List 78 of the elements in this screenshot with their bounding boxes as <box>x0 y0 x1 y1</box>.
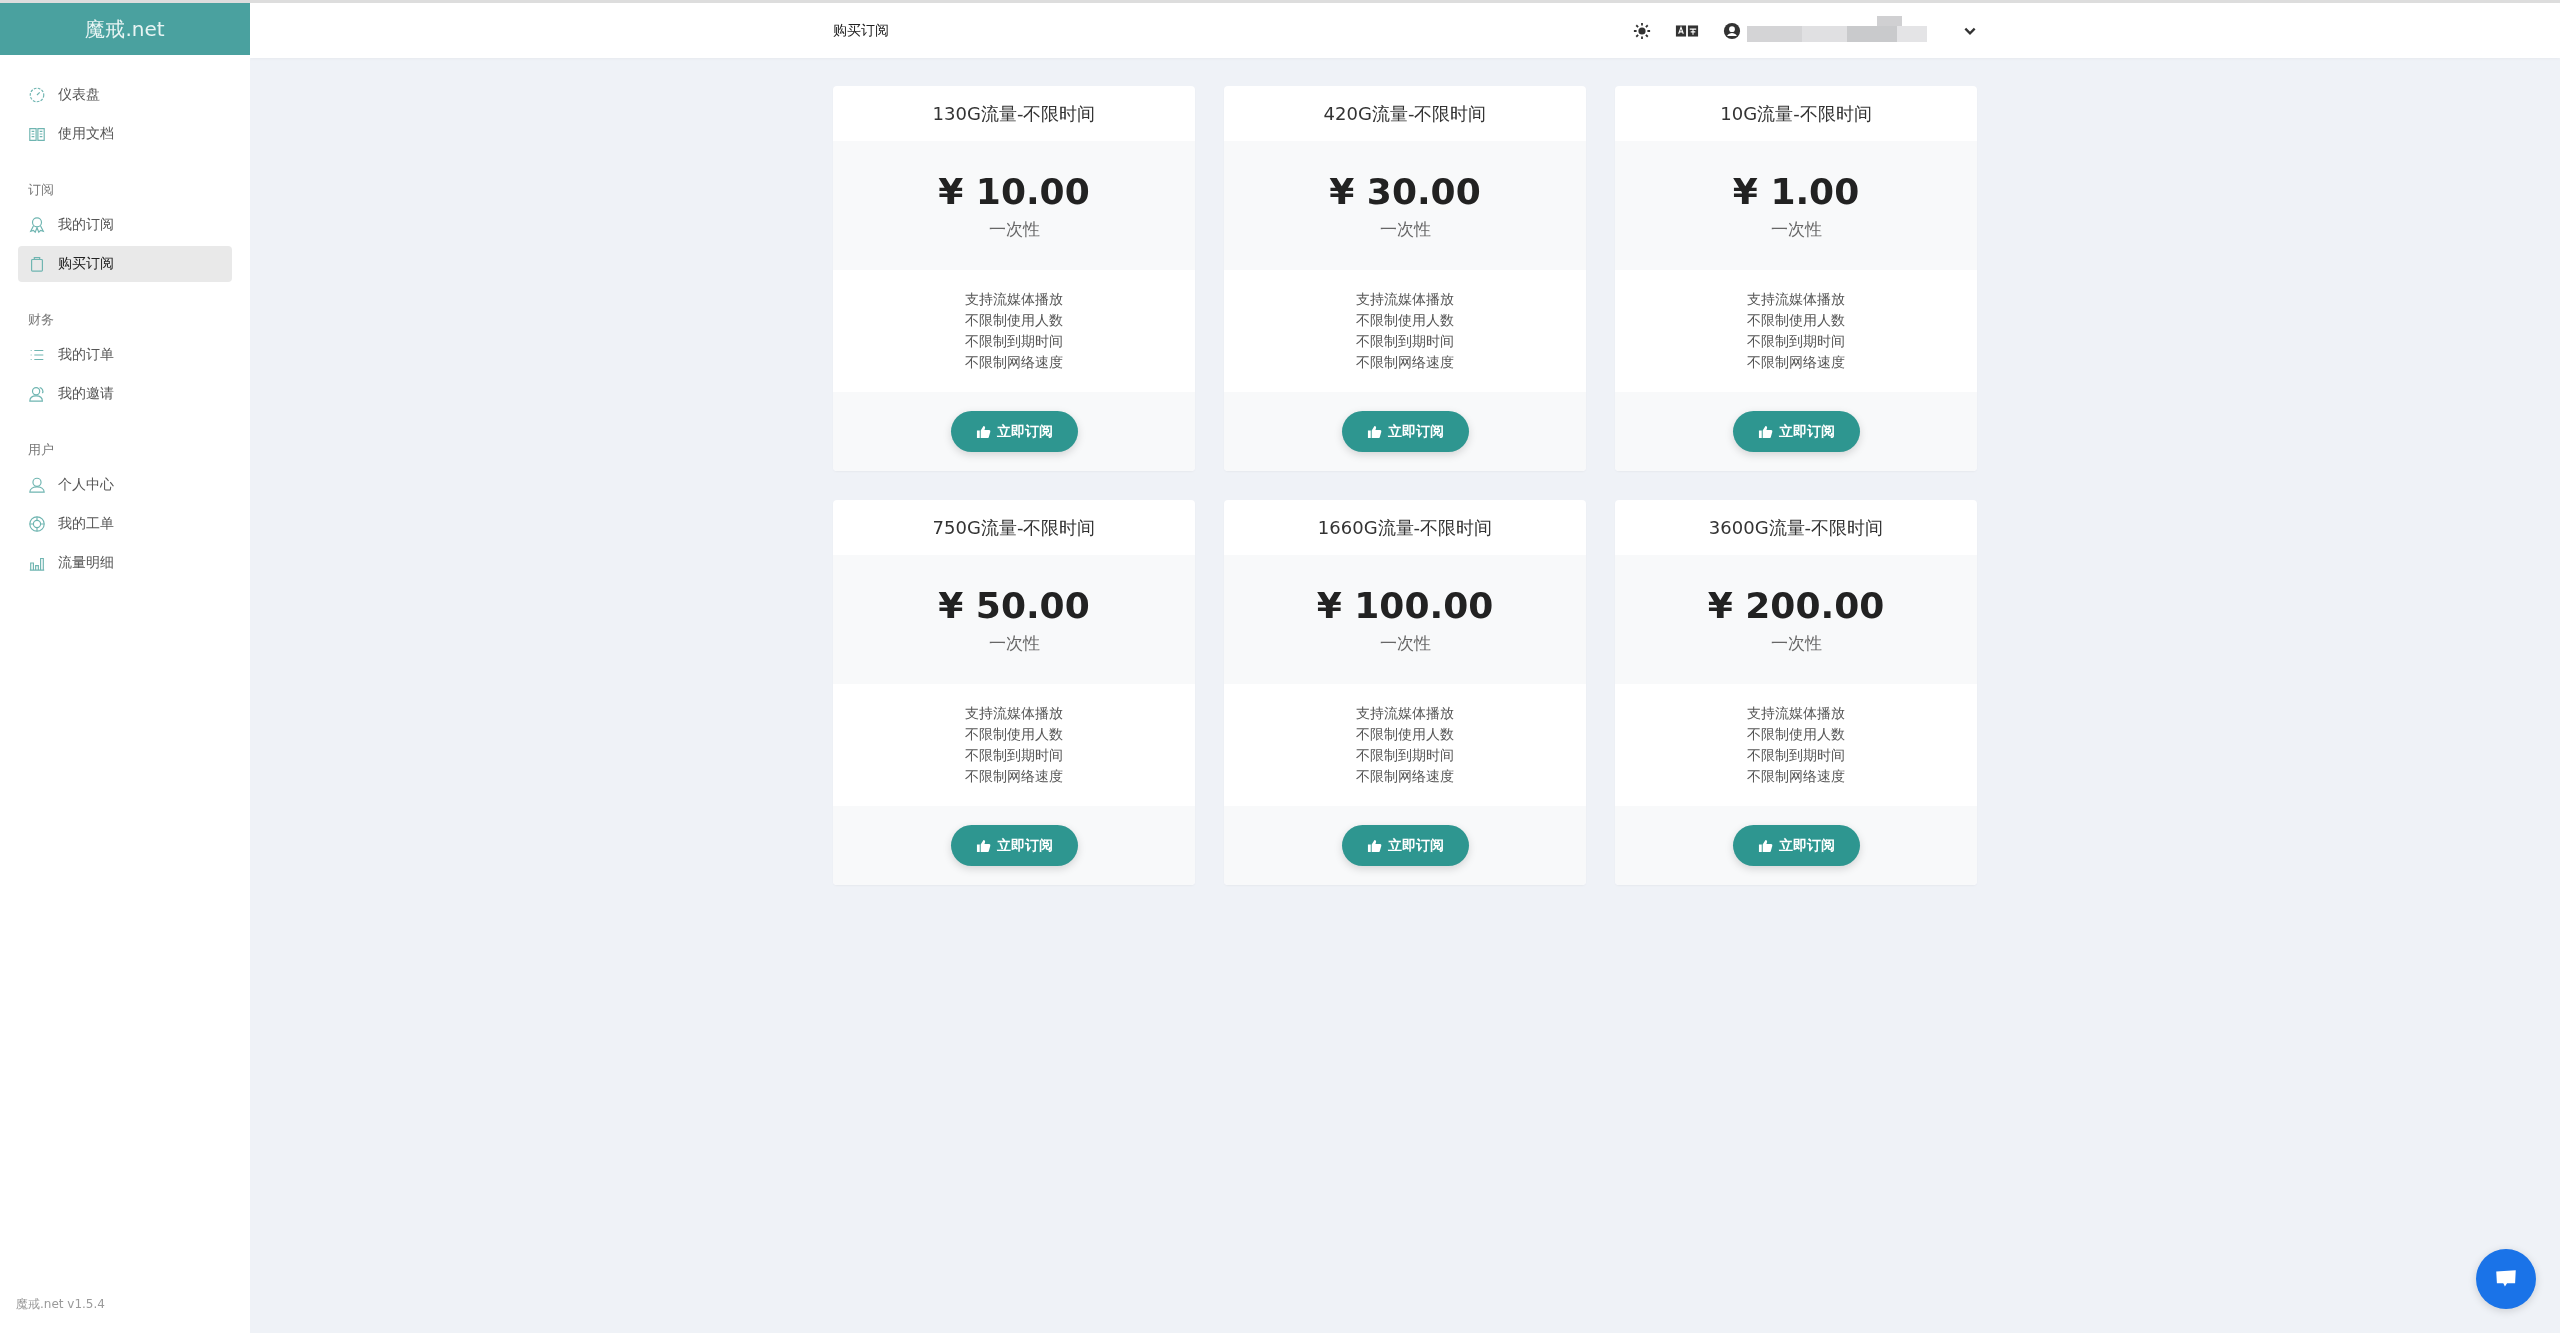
sidebar-item[interactable]: 我的工单 <box>18 506 232 542</box>
gauge-icon <box>28 86 46 104</box>
sidebar-item[interactable]: 我的邀请 <box>18 376 232 412</box>
plan-name: 750G流量-不限时间 <box>931 515 1097 540</box>
subscribe-button[interactable]: 立即订阅 <box>1341 411 1469 452</box>
plan-feature: 支持流媒体播放 <box>1747 704 1845 723</box>
plan-name: 130G流量-不限时间 <box>931 101 1097 126</box>
section-heading: 用户 <box>27 441 55 459</box>
plan-feature: 不限制网络速度 <box>965 767 1063 786</box>
page-title: 购买订阅 <box>833 21 889 40</box>
subscribe-button[interactable]: 立即订阅 <box>950 411 1078 452</box>
plan-name: 1660G流量-不限时间 <box>1316 515 1494 540</box>
plan-feature: 支持流媒体播放 <box>1356 704 1454 723</box>
billing-period: 一次性 <box>988 217 1040 241</box>
section-heading: 订阅 <box>27 181 55 199</box>
thumbs-up-icon <box>1757 424 1773 439</box>
plan-name: 420G流量-不限时间 <box>1322 101 1488 126</box>
plan-feature: 不限制到期时间 <box>1356 746 1454 765</box>
plan-feature: 不限制使用人数 <box>1747 311 1845 330</box>
sidebar-item[interactable]: 仪表盘 <box>18 77 232 113</box>
billing-period: 一次性 <box>988 631 1040 655</box>
plan-price: ¥ 10.00 <box>938 170 1090 212</box>
plan-feature: 不限制网络速度 <box>1747 767 1845 786</box>
sun-icon[interactable] <box>1633 21 1651 40</box>
plan-feature: 不限制网络速度 <box>1356 353 1454 372</box>
section-heading: 财务 <box>27 311 55 329</box>
sidebar-item[interactable]: 购买订阅 <box>18 246 232 282</box>
users-icon <box>28 385 46 403</box>
plan-name: 3600G流量-不限时间 <box>1707 515 1885 540</box>
thumbs-up-icon <box>975 424 991 439</box>
subscribe-button[interactable]: 立即订阅 <box>1732 825 1860 866</box>
plan-feature: 不限制到期时间 <box>1356 332 1454 351</box>
billing-period: 一次性 <box>1379 631 1431 655</box>
plan-price: ¥ 100.00 <box>1316 584 1494 626</box>
billing-period: 一次性 <box>1770 631 1822 655</box>
bag-icon <box>28 255 46 273</box>
thumbs-up-icon <box>1366 424 1382 439</box>
plan-feature: 支持流媒体播放 <box>965 290 1063 309</box>
billing-period: 一次性 <box>1770 217 1822 241</box>
plan-feature: 不限制网络速度 <box>965 353 1063 372</box>
thumbs-up-icon <box>1366 838 1382 853</box>
billing-period: 一次性 <box>1379 217 1431 241</box>
plan-feature: 不限制使用人数 <box>1356 311 1454 330</box>
plan-feature: 不限制到期时间 <box>1747 746 1845 765</box>
plan-feature: 不限制到期时间 <box>1747 332 1845 351</box>
subscribe-button[interactable]: 立即订阅 <box>950 825 1078 866</box>
plan-price: ¥ 50.00 <box>938 584 1090 626</box>
plan-name: 10G流量-不限时间 <box>1719 101 1873 126</box>
sidebar-item[interactable]: 我的订单 <box>18 337 232 373</box>
plan-feature: 支持流媒体播放 <box>1356 290 1454 309</box>
plan-feature: 不限制网络速度 <box>1356 767 1454 786</box>
plan-feature: 不限制网络速度 <box>1747 353 1845 372</box>
sidebar-item[interactable]: 流量明细 <box>18 545 232 581</box>
plan-feature: 不限制使用人数 <box>965 311 1063 330</box>
plan-feature: 不限制到期时间 <box>965 746 1063 765</box>
thumbs-up-icon <box>975 838 991 853</box>
plan-feature: 不限制到期时间 <box>965 332 1063 351</box>
plan-price: ¥ 200.00 <box>1707 584 1885 626</box>
plan-price: ¥ 30.00 <box>1329 170 1481 212</box>
plan-feature: 支持流媒体播放 <box>1747 290 1845 309</box>
lifebuoy-icon <box>28 515 46 533</box>
subscribe-button[interactable]: 立即订阅 <box>1732 411 1860 452</box>
plan-price: ¥ 1.00 <box>1732 170 1860 212</box>
subscribe-button[interactable]: 立即订阅 <box>1341 825 1469 866</box>
plan-feature: 不限制使用人数 <box>1747 725 1845 744</box>
chat-button[interactable] <box>2476 1249 2536 1309</box>
sidebar-item[interactable]: 我的订阅 <box>18 207 232 243</box>
sidebar-item[interactable]: 使用文档 <box>18 116 232 152</box>
plan-feature: 支持流媒体播放 <box>965 704 1063 723</box>
user-icon <box>28 476 46 494</box>
thumbs-up-icon <box>1757 838 1773 853</box>
version-label: 魔戒.net v1.5.4 <box>16 1296 105 1313</box>
award-icon <box>28 216 46 234</box>
book-icon <box>28 125 46 143</box>
plan-feature: 不限制使用人数 <box>1356 725 1454 744</box>
plan-feature: 不限制使用人数 <box>965 725 1063 744</box>
sidebar-item[interactable]: 个人中心 <box>18 467 232 503</box>
user-avatar-icon[interactable] <box>1723 21 1741 40</box>
